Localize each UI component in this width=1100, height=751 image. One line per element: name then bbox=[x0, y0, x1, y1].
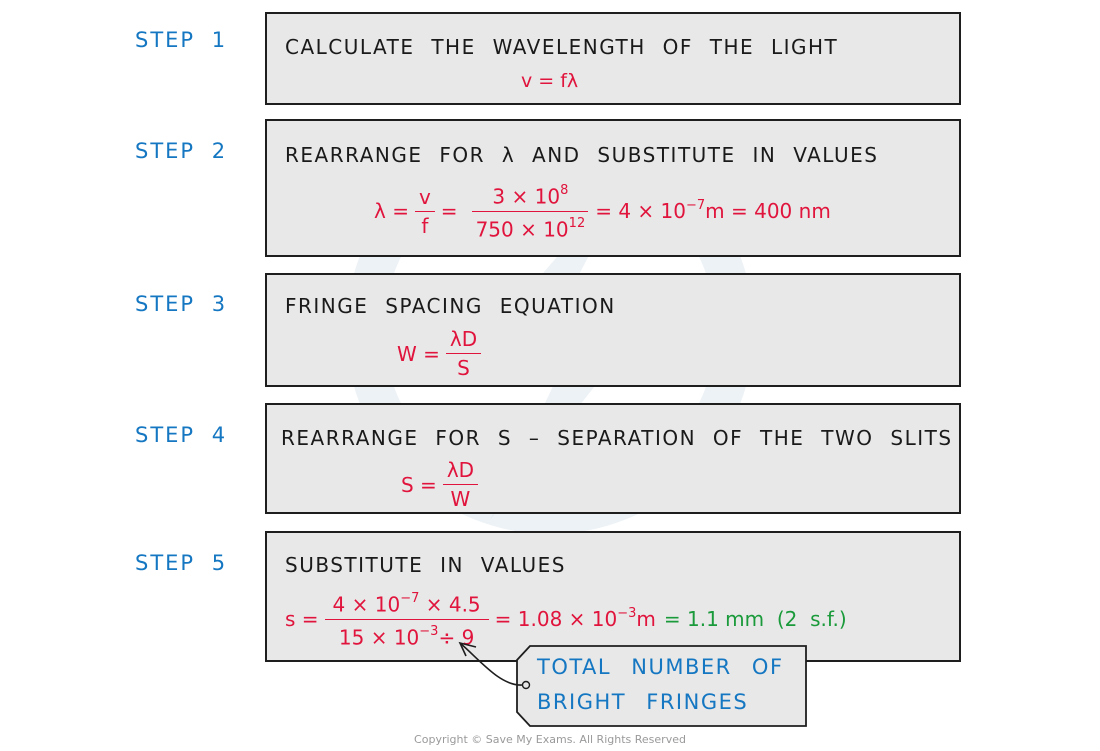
wavelength-result: = 4 × 10−7m = 400 nm bbox=[595, 197, 831, 224]
denominator-exponent: 12 bbox=[568, 215, 586, 231]
separation-result-metres: = 1.08 × 10−3m bbox=[494, 605, 656, 632]
lambda-d-over-w-fraction: λD W bbox=[442, 458, 479, 511]
step-4-label: STEP 4 bbox=[135, 423, 228, 447]
fraction-denominator: 750 × 1012 bbox=[472, 212, 590, 242]
callout-tag-hole-icon bbox=[521, 680, 531, 690]
fraction-denominator: f bbox=[421, 213, 429, 238]
equals-sign: = bbox=[440, 199, 458, 224]
step-2-label: STEP 2 bbox=[135, 139, 228, 163]
step-4-box: REARRANGE FOR S – SEPARATION OF THE TWO … bbox=[265, 403, 961, 514]
speed-over-frequency-fraction: 3 × 108 750 × 1012 bbox=[472, 181, 590, 241]
slit-separation-fraction: 4 × 10−7 × 4.5 15 × 10−3÷ 9 bbox=[324, 589, 489, 650]
lambda-lhs: λ = bbox=[374, 199, 409, 224]
numerator-multiplier: × 4.5 bbox=[419, 592, 481, 617]
result-exponent: −3 bbox=[617, 605, 637, 621]
callout-line-1: TOTAL NUMBER OF bbox=[537, 655, 784, 679]
step-3-box: FRINGE SPACING EQUATION W = λD S bbox=[265, 273, 961, 387]
fraction-numerator: 4 × 10−7 × 4.5 bbox=[324, 589, 489, 620]
result-base: = 1.08 × 10 bbox=[494, 607, 618, 632]
denominator-divisor: ÷ 9 bbox=[438, 625, 475, 650]
step-2-box: REARRANGE FOR λ AND SUBSTITUTE IN VALUES… bbox=[265, 119, 961, 257]
step-5-label: STEP 5 bbox=[135, 551, 228, 575]
step-1-box: CALCULATE THE WAVELENGTH OF THE LIGHT v … bbox=[265, 12, 961, 105]
numerator-exponent: 8 bbox=[560, 183, 569, 198]
callout-line-2: BRIGHT FRINGES bbox=[537, 690, 749, 714]
denominator-base: 15 × 10 bbox=[338, 625, 420, 650]
step-5-box: SUBSTITUTE IN VALUES s = 4 × 10−7 × 4.5 … bbox=[265, 531, 961, 662]
w-lhs: W = bbox=[397, 341, 440, 366]
step-1-heading: CALCULATE THE WAVELENGTH OF THE LIGHT bbox=[285, 35, 839, 59]
numerator-base: 4 × 10 bbox=[332, 592, 401, 617]
fraction-denominator: S bbox=[457, 356, 470, 380]
step-3-equation: W = λD S bbox=[397, 327, 487, 380]
numerator-base: 3 × 10 bbox=[492, 184, 561, 209]
numerator-exponent: −7 bbox=[400, 591, 420, 606]
step-4-equation: S = λD W bbox=[401, 458, 484, 511]
result-exponent: −7 bbox=[685, 197, 706, 213]
step-2-heading: REARRANGE FOR λ AND SUBSTITUTE IN VALUES bbox=[285, 143, 879, 167]
fraction-numerator: λD bbox=[442, 458, 479, 485]
step-3-label: STEP 3 bbox=[135, 292, 228, 316]
lambda-d-over-s-fraction: λD S bbox=[445, 327, 482, 380]
fraction-denominator: 15 × 10−3÷ 9 bbox=[335, 620, 478, 650]
copyright-notice: Copyright © Save My Exams. All Rights Re… bbox=[414, 733, 686, 746]
fraction-numerator: v bbox=[414, 185, 435, 212]
step-2-equation: λ = v f = 3 × 108 750 × 1012 = 4 × 10−7m… bbox=[374, 181, 831, 241]
result-unit: m = 400 nm bbox=[705, 199, 831, 224]
fraction-denominator: W bbox=[450, 487, 471, 511]
v-over-f-fraction: v f bbox=[414, 185, 435, 238]
denominator-base: 750 × 10 bbox=[475, 217, 569, 242]
step-1-equation: v = fλ bbox=[521, 70, 579, 92]
fraction-numerator: λD bbox=[445, 327, 482, 354]
final-answer: = 1.1 mm (2 s.f.) bbox=[663, 607, 847, 632]
denominator-exponent: −3 bbox=[419, 623, 439, 639]
result-unit: m bbox=[636, 607, 656, 632]
fraction-numerator: 3 × 108 bbox=[472, 181, 589, 212]
step-3-heading: FRINGE SPACING EQUATION bbox=[285, 294, 616, 318]
step-4-heading: REARRANGE FOR S – SEPARATION OF THE TWO … bbox=[281, 426, 953, 450]
step-5-equation: s = 4 × 10−7 × 4.5 15 × 10−3÷ 9 = 1.08 ×… bbox=[285, 589, 847, 649]
step-1-label: STEP 1 bbox=[135, 28, 228, 52]
result-base: = 4 × 10 bbox=[595, 199, 686, 224]
s-lhs: S = bbox=[401, 472, 437, 497]
step-5-heading: SUBSTITUTE IN VALUES bbox=[285, 553, 566, 577]
s-lhs: s = bbox=[285, 607, 319, 632]
